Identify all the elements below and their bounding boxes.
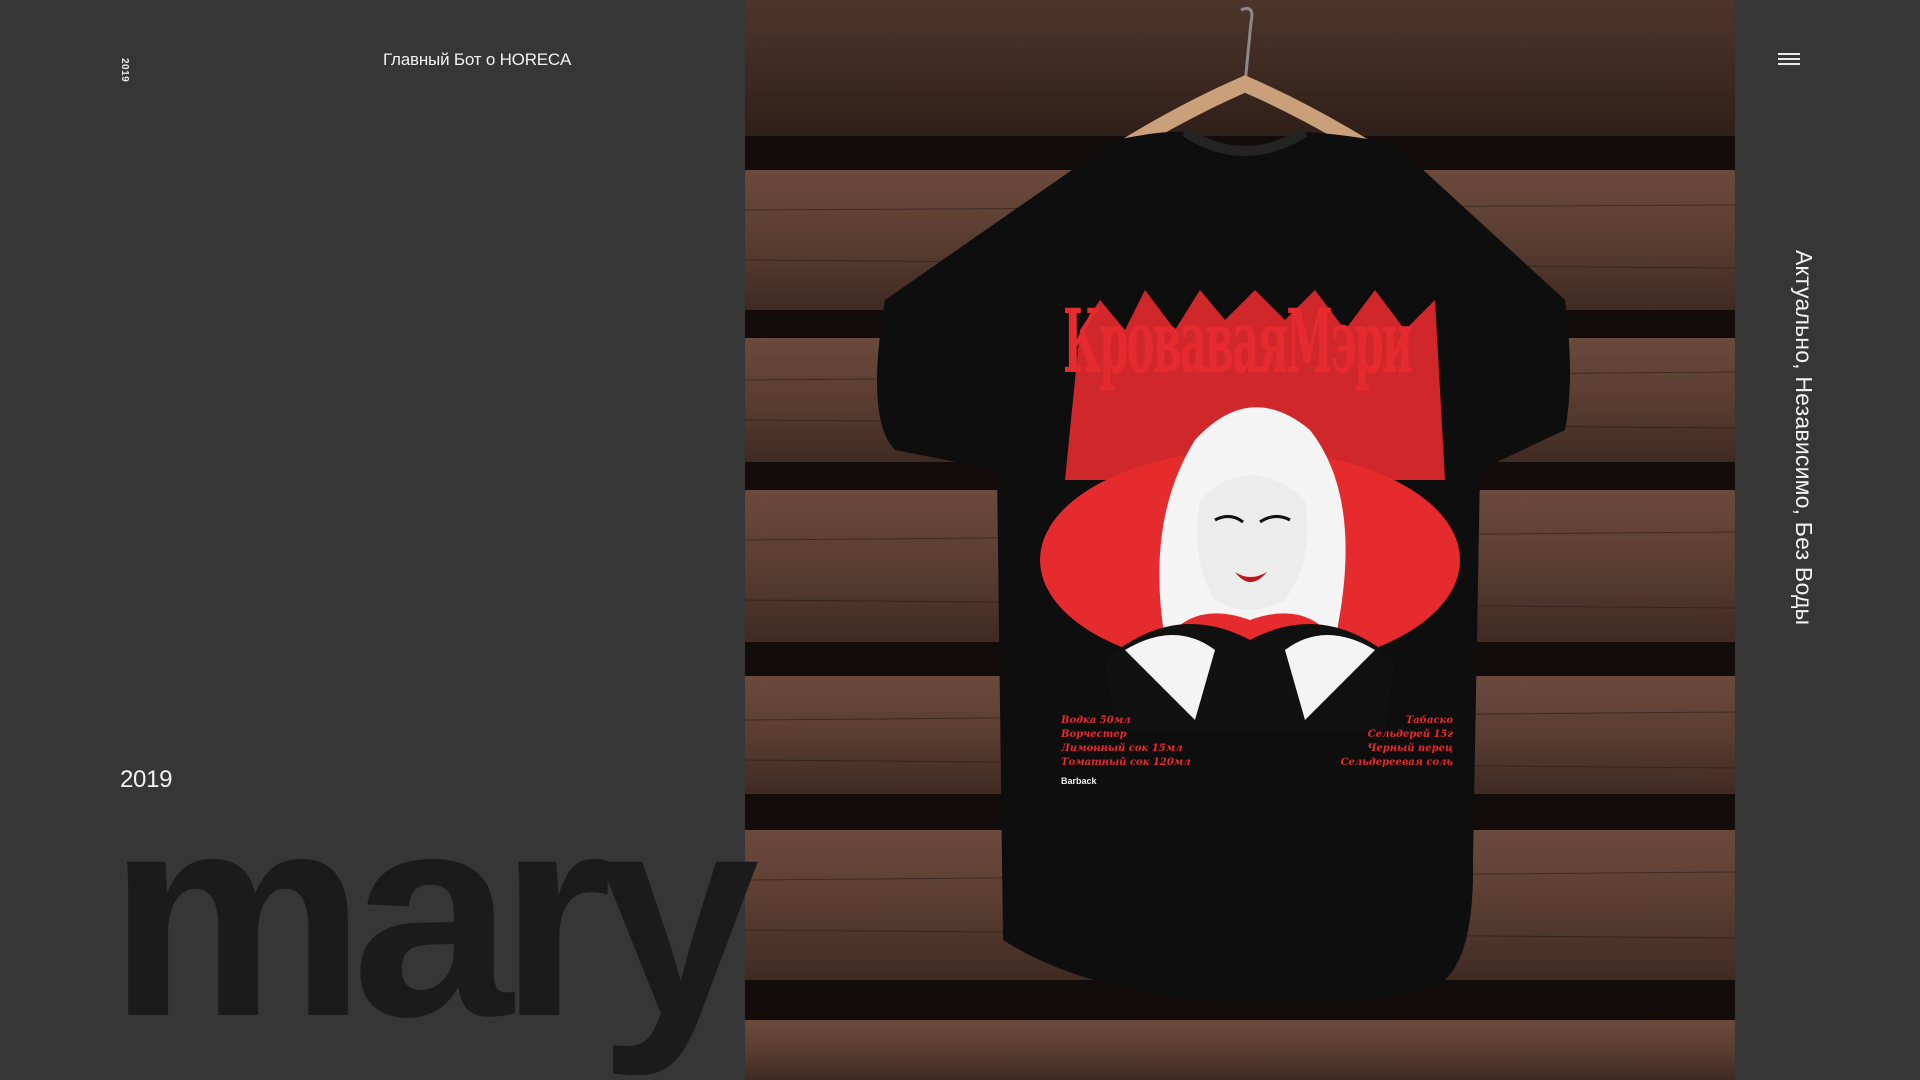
- recipe-line: Водка 50мл: [1061, 715, 1131, 726]
- menu-line: [1778, 53, 1800, 55]
- recipe-line: Томатный сок 120мл: [1061, 757, 1191, 768]
- hero-photo: КроваваяМэри Водка 50мл Ворчестер Лимонн…: [745, 0, 1735, 1080]
- year-vertical-label: 2019: [119, 58, 130, 83]
- recipe-line: Табаско: [1405, 715, 1453, 726]
- shirt-print-brand: Barback: [1061, 776, 1097, 786]
- shirt-print-title: КроваваяМэри: [1063, 290, 1413, 393]
- page: 2019 Главный Бот о HORECA 2019 mary Кров…: [0, 0, 1920, 1080]
- shirt-print-recipe-left: Водка 50мл Ворчестер Лимонный сок 15мл Т…: [1061, 714, 1191, 770]
- menu-line: [1778, 58, 1800, 60]
- recipe-line: Черный перец: [1367, 743, 1453, 754]
- project-name-heading: mary: [108, 753, 759, 1077]
- recipe-line: Сельдерей 15г: [1367, 729, 1453, 740]
- menu-line: [1778, 63, 1800, 65]
- vertical-tagline: Актуально, Независимо, Без Воды: [1791, 250, 1817, 626]
- shirt-print-recipe-right: Табаско Сельдерей 15г Черный перец Сельд…: [1333, 714, 1453, 770]
- recipe-line: Ворчестер: [1061, 729, 1127, 740]
- t-shirt-graphic: [877, 7, 1570, 1002]
- recipe-line: Сельдереевая соль: [1340, 757, 1453, 768]
- site-title-link[interactable]: Главный Бот о HORECA: [383, 50, 623, 70]
- recipe-line: Лимонный сок 15мл: [1061, 743, 1183, 754]
- hamburger-menu-icon[interactable]: [1778, 53, 1800, 67]
